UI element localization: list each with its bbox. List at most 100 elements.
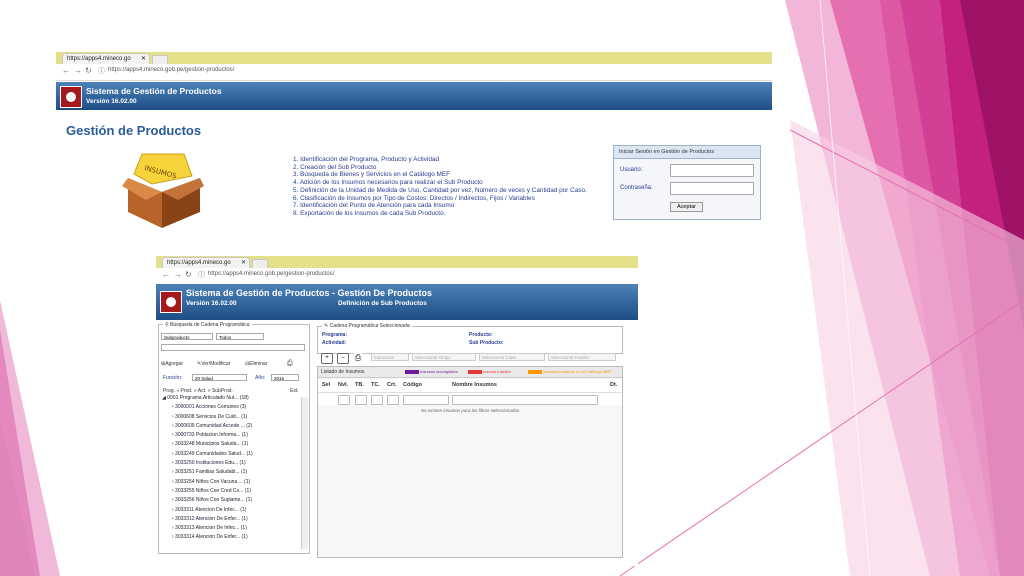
- tree-item[interactable]: › 3000608 Servicios De Cuid... (1): [162, 413, 300, 422]
- steps-list: 1. Identificación del Programa, Producto…: [293, 156, 587, 218]
- col-tb[interactable]: TB.: [355, 382, 364, 388]
- step-item[interactable]: 7. Identificación del Punto de Atención …: [293, 202, 587, 210]
- list-title: Listado de Insumos: [321, 369, 365, 375]
- back-icon[interactable]: ←: [162, 270, 170, 279]
- col-dt[interactable]: Dt.: [610, 382, 617, 388]
- system-title: Sistema de Gestión de Productos - Gestió…: [186, 288, 433, 298]
- class-select[interactable]: Seleccionar Clase: [479, 353, 545, 361]
- user-label: Usuario:: [620, 167, 643, 173]
- reload-icon[interactable]: ↻: [85, 66, 92, 75]
- app-banner: Sistema de Gestión de Productos Versión …: [56, 82, 772, 110]
- col-level[interactable]: Nvl.: [338, 382, 348, 388]
- browser-tab[interactable]: https://apps4.mineco.go ✕: [162, 257, 250, 268]
- tree-item[interactable]: › 3033248 Municipios Saluda... (1): [162, 440, 300, 449]
- info-icon: ⓘ: [98, 68, 105, 75]
- col-sel[interactable]: Sel: [322, 382, 330, 388]
- login-header: Iniciar Sesión en Gestión de Productos: [614, 146, 760, 159]
- forward-icon[interactable]: →: [74, 66, 82, 75]
- col-code[interactable]: Código: [403, 382, 422, 388]
- filter-tc[interactable]: [371, 395, 383, 405]
- product-label: Producto:: [469, 332, 493, 338]
- add-icon[interactable]: +: [321, 353, 333, 364]
- url-field[interactable]: https://apps4.mineco.gob.pe/gestion-prod…: [108, 67, 234, 73]
- version-label: Versión 16.02.00: [186, 300, 237, 307]
- function-label: Función:: [163, 375, 183, 381]
- empty-message: No existen insumos para los filtros sele…: [420, 408, 520, 413]
- legend-swatch-incomplete: [405, 370, 419, 374]
- program-tree: ◢ 0001 Programa Articulado Nut... (18) ›…: [162, 394, 300, 543]
- password-input[interactable]: [670, 182, 754, 195]
- structure-select[interactable]: Estructura: [371, 353, 409, 361]
- col-tc[interactable]: TC.: [371, 382, 380, 388]
- activity-label: Actividad:: [322, 340, 347, 346]
- filter-name[interactable]: [452, 395, 598, 405]
- filter-row: [318, 393, 622, 405]
- tree-scrollbar[interactable]: [301, 397, 308, 549]
- step-item[interactable]: 5. Definición de la Unidad de Medida de …: [293, 187, 587, 195]
- user-input[interactable]: [670, 164, 754, 177]
- reload-icon[interactable]: ↻: [185, 270, 192, 279]
- tree-item[interactable]: › 3033255 Niños Con Cred Co... (1): [162, 487, 300, 496]
- tree-item[interactable]: › 3033312 Atencion De Enfer... (1): [162, 515, 300, 524]
- status-select[interactable]: Todos: [216, 333, 264, 340]
- search-legend: ⚲ Búsqueda de Cadena Programática: [163, 322, 252, 328]
- step-item[interactable]: 3. Búsqueda de Bienes y Servicios en el …: [293, 171, 587, 179]
- close-tab-icon[interactable]: ✕: [141, 54, 146, 64]
- step-item[interactable]: 4. Adición de los Insumos necesarios par…: [293, 179, 587, 187]
- tree-item[interactable]: › 3033254 Niños Con Vacuna ... (1): [162, 478, 300, 487]
- step-item[interactable]: 1. Identificación del Programa, Producto…: [293, 156, 587, 164]
- tree-item[interactable]: › 3000001 Acciones Comunes (3): [162, 403, 300, 412]
- insumos-box-illustration: INSUMOS: [122, 153, 204, 228]
- family-select[interactable]: Seleccionar Familia: [548, 353, 616, 361]
- remove-icon[interactable]: −: [337, 353, 349, 364]
- add-button[interactable]: ⊞Agregar: [161, 361, 183, 367]
- tree-item[interactable]: › 3033313 Atencion De Infec... (1): [162, 524, 300, 533]
- step-item[interactable]: 2. Creación del Sub Producto: [293, 164, 587, 172]
- top-screenshot: https://apps4.mineco.go ✕ ← → ↻ ⓘ https:…: [56, 52, 772, 236]
- step-item[interactable]: 8. Exportación de los Insumos de cada Su…: [293, 210, 587, 218]
- url-field[interactable]: https://apps4.mineco.gob.pe/gestion-prod…: [208, 271, 334, 277]
- address-bar: ← → ↻ ⓘ https://apps4.mineco.gob.pe/gest…: [156, 268, 638, 285]
- logo: [160, 291, 182, 313]
- accept-button[interactable]: Aceptar: [670, 202, 703, 212]
- forward-icon[interactable]: →: [174, 270, 182, 279]
- filter-level[interactable]: [338, 395, 350, 405]
- back-icon[interactable]: ←: [62, 66, 70, 75]
- year-select[interactable]: 2016: [271, 374, 299, 381]
- version-label: Versión 16.02.00: [86, 98, 137, 105]
- subtitle: Definición de Sub Productos: [338, 300, 427, 307]
- group-select[interactable]: Seleccionar Grupo: [412, 353, 476, 361]
- info-icon: ⓘ: [198, 272, 205, 279]
- view-modify-button[interactable]: ✎Ver/Modificar: [197, 361, 230, 367]
- program-label: Programa:: [322, 332, 348, 338]
- tree-item[interactable]: › 3033256 Niños Con Suplame... (1): [162, 496, 300, 505]
- step-item[interactable]: 6. Clasificación de Insumos por Tipo de …: [293, 195, 587, 203]
- close-tab-icon[interactable]: ✕: [241, 258, 246, 268]
- search-icon: ⚲: [165, 322, 169, 328]
- col-name[interactable]: Nombre Insumos: [452, 382, 497, 388]
- filter-code[interactable]: [403, 395, 449, 405]
- browser-tab-bar: https://apps4.mineco.go ✕: [56, 52, 772, 65]
- tree-item[interactable]: › 3033251 Familias Saludabl... (1): [162, 468, 300, 477]
- print-icon[interactable]: ⎙: [353, 353, 363, 362]
- tree-item[interactable]: › 3033250 Instituciones Edu... (1): [162, 459, 300, 468]
- tree-item[interactable]: › 3000733 Poblacion Informa... (1): [162, 431, 300, 440]
- year-label: Año:: [255, 375, 266, 381]
- filter-crt[interactable]: [387, 395, 399, 405]
- delete-button[interactable]: ⊟Eliminar: [245, 361, 267, 367]
- browser-tab[interactable]: https://apps4.mineco.go ✕: [62, 53, 150, 64]
- tree-item[interactable]: › 3000609 Comunidad Accede ... (2): [162, 422, 300, 431]
- chain-legend: ✎ Cadena Programática Seleccionada: [322, 323, 412, 329]
- subproduct-select[interactable]: Subproducto: [161, 333, 213, 340]
- legend-swatch-inactive-mef: [528, 370, 542, 374]
- tree-item[interactable]: › 3033311 Atencion De Infec... (1): [162, 506, 300, 515]
- tree-item[interactable]: › 3033249 Comunidades Salud... (1): [162, 450, 300, 459]
- tree-item[interactable]: ◢ 0001 Programa Articulado Nut... (18): [162, 394, 300, 403]
- system-title: Sistema de Gestión de Productos: [86, 86, 222, 96]
- tree-item[interactable]: › 3033314 Atencion De Enfer... (1): [162, 533, 300, 542]
- filter-tb[interactable]: [355, 395, 367, 405]
- col-crt[interactable]: Crt.: [387, 382, 396, 388]
- print-icon[interactable]: ⎙: [287, 360, 293, 368]
- function-select[interactable]: 20 Salud: [192, 374, 247, 381]
- search-select[interactable]: [161, 344, 305, 351]
